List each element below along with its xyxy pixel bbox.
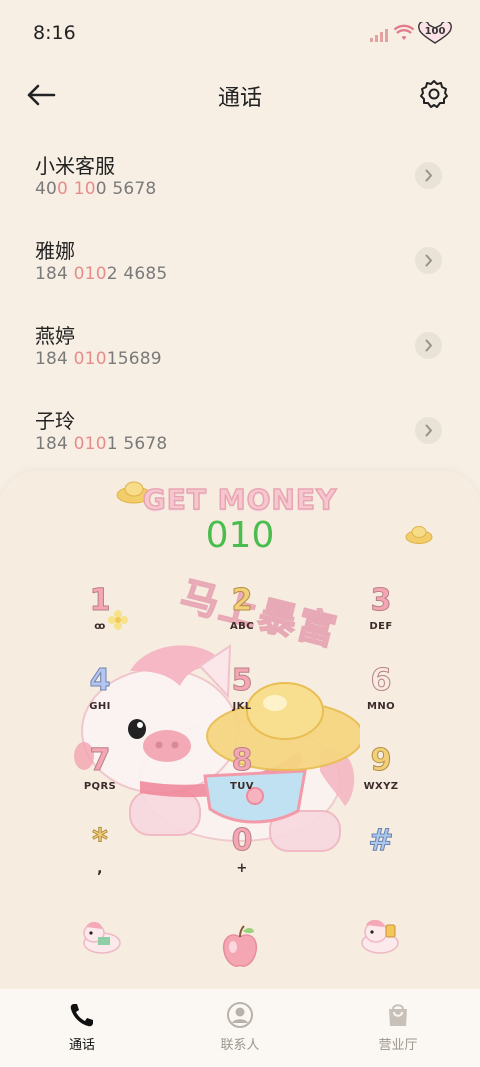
page-title: 通话 [217,86,262,111]
tab-contacts[interactable]: 联系人 [180,989,300,1067]
key-6[interactable]: 6 MNO [341,663,421,738]
pony-left-icon[interactable] [80,919,124,955]
contact-name: 雅娜 [35,239,75,263]
tab-label: 通话 [68,1038,95,1053]
key-digit: 3 [370,583,392,618]
chevron-right-icon[interactable] [415,162,442,189]
key-letters: PQRS [83,781,117,792]
shopping-bag-icon [389,1004,407,1026]
contact-name: 小米客服 [35,154,115,178]
contact-name: 子玲 [35,409,75,433]
key-letters: ꝏ [94,621,106,632]
tab-store[interactable]: 营业厅 [338,989,458,1067]
key-5[interactable]: 5 JKL [202,663,282,738]
status-bar: 8:16 100 [0,0,480,68]
battery-level: 100 [424,26,446,37]
key-digit: 0 [231,823,253,858]
key-letters: WXYZ [363,781,399,792]
key-letters: DEF [369,621,393,632]
key-letters: MNO [366,701,396,712]
key-digit: # [368,823,394,858]
key-4[interactable]: 4 GHI [60,663,140,738]
chevron-right-icon[interactable] [415,247,442,274]
status-time: 8:16 [33,22,76,44]
dialpad-panel: GET MONEY 010 马上暴富 1 ꝏ 2 ABC 3 DEF 4 GHI… [0,471,480,1067]
contact-number: 400 100 5678 [35,179,157,199]
key-letters: TUV [230,781,254,792]
phone-icon [70,1004,93,1027]
tab-calls[interactable]: 通话 [22,989,142,1067]
key-digit: 5 [231,663,253,698]
key-hash[interactable]: # [341,823,421,898]
tab-label: 营业厅 [378,1038,418,1053]
key-letters: GHI [89,701,111,712]
key-digit: 4 [89,663,111,698]
contact-name: 燕婷 [35,324,75,348]
bottom-nav: 通话 联系人 营业厅 [0,989,480,1067]
pony-right-icon[interactable] [358,917,402,955]
key-digit: 8 [231,743,253,778]
key-letters: ABC [230,621,254,632]
call-button[interactable] [216,923,264,971]
chevron-right-icon[interactable] [415,417,442,444]
brand-text: GET MONEY [142,482,338,517]
signal-icon [370,29,388,42]
list-item[interactable]: 小米客服 400 100 5678 [0,132,480,216]
key-7[interactable]: 7 PQRS [60,743,140,818]
contact-number: 184 0101 5678 [35,434,168,454]
back-arrow-icon[interactable] [24,78,58,112]
key-2[interactable]: 2 ABC [202,583,282,658]
contact-number: 184 0102 4685 [35,264,168,284]
key-digit: * [92,823,109,858]
key-digit: 2 [231,583,253,618]
key-star[interactable]: * , [60,823,140,898]
contact-number: 184 01015689 [35,349,162,369]
key-1[interactable]: 1 ꝏ [60,583,140,658]
chevron-right-icon[interactable] [415,332,442,359]
entered-number: 010 [205,515,275,556]
key-8[interactable]: 8 TUV [202,743,282,818]
list-item[interactable]: 子玲 184 0101 5678 [0,387,480,471]
key-9[interactable]: 9 WXYZ [341,743,421,818]
key-digit: 1 [89,583,111,618]
wifi-icon [394,24,414,40]
key-letters: , [97,861,103,877]
gear-icon[interactable] [418,78,450,110]
key-digit: 9 [370,743,392,778]
key-0[interactable]: 0 + [202,823,282,898]
contacts-icon [227,1002,253,1028]
list-item[interactable]: 雅娜 184 0102 4685 [0,217,480,301]
key-3[interactable]: 3 DEF [341,583,421,658]
list-item[interactable]: 燕婷 184 01015689 [0,302,480,386]
tab-label: 联系人 [220,1038,260,1053]
battery-icon: 100 [418,22,452,44]
header: 通话 [0,68,480,122]
key-digit: 7 [89,743,111,778]
key-letters: + [236,861,248,876]
key-digit: 6 [370,663,392,698]
key-letters: JKL [232,701,252,712]
